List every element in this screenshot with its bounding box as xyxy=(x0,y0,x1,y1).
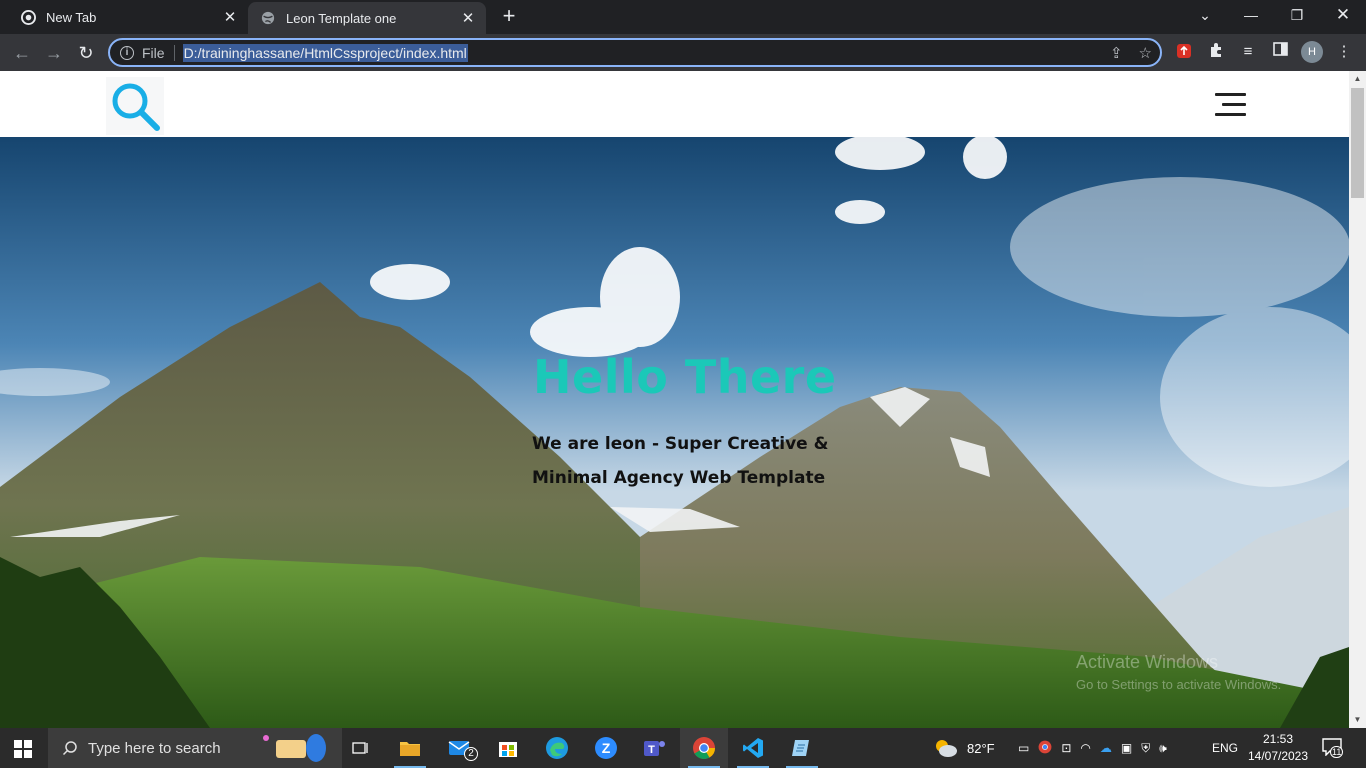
teams-icon[interactable]: T xyxy=(631,728,679,768)
browser-toolbar: ← → ↻ i File D:/traininghassane/HtmlCssp… xyxy=(0,34,1366,71)
forward-icon[interactable]: → xyxy=(40,39,68,67)
search-placeholder: Type here to search xyxy=(88,739,221,757)
taskbar-search-box[interactable]: Type here to search xyxy=(48,728,342,768)
zoom-icon[interactable]: Z xyxy=(582,728,630,768)
extension-red-icon[interactable] xyxy=(1174,42,1194,62)
tab-title: Leon Template one xyxy=(286,10,397,26)
clock-time: 21:53 xyxy=(1262,732,1294,746)
hero-title: Hello There xyxy=(533,350,837,404)
hero-subtitle-line: We are leon - Super Creative & xyxy=(532,434,829,454)
notepad-icon[interactable] xyxy=(778,728,826,768)
tab-title: New Tab xyxy=(46,9,97,25)
svg-text:Z: Z xyxy=(602,740,611,756)
address-bar[interactable]: i File D:/traininghassane/HtmlCssproject… xyxy=(108,38,1162,67)
page-viewport: Hello There We are leon - Super Creative… xyxy=(0,71,1349,728)
menu-kebab-icon[interactable]: ⋮ xyxy=(1334,42,1354,62)
security-shield-icon[interactable]: ⛨ xyxy=(1141,741,1150,756)
extensions-puzzle-icon[interactable] xyxy=(1206,42,1226,62)
onedrive-cloud-icon[interactable]: ☁ xyxy=(1100,741,1112,755)
activate-windows-hint: Go to Settings to activate Windows. xyxy=(1076,677,1282,692)
svg-text:T: T xyxy=(648,744,655,756)
side-panel-icon[interactable] xyxy=(1270,42,1290,62)
scrollbar-thumb[interactable] xyxy=(1351,88,1364,198)
scroll-down-arrow-icon[interactable]: ▼ xyxy=(1349,712,1366,728)
mail-badge: 2 xyxy=(464,747,478,761)
close-window-button[interactable]: ✕ xyxy=(1320,0,1366,32)
hero-subtitle: We are leon - Super Creative & Minimal A… xyxy=(532,427,832,495)
tab-new-tab[interactable]: New Tab ✕ xyxy=(8,0,248,34)
activate-windows-watermark: Activate Windows xyxy=(1076,652,1219,672)
hero-subtitle-line: Minimal Agency Web Template xyxy=(532,468,826,488)
language-indicator[interactable]: ENG xyxy=(1212,728,1238,768)
vscode-icon[interactable] xyxy=(729,728,777,768)
new-tab-button[interactable]: + xyxy=(498,5,520,29)
mail-icon[interactable]: 2 xyxy=(436,728,484,768)
logo[interactable] xyxy=(106,77,164,135)
site-header xyxy=(0,71,1349,137)
file-explorer-icon[interactable] xyxy=(386,728,434,768)
battery-icon[interactable]: ▭ xyxy=(1018,741,1029,755)
info-icon[interactable]: i xyxy=(120,45,134,60)
partly-cloudy-icon xyxy=(936,740,957,757)
restore-button[interactable]: ❐ xyxy=(1274,0,1320,32)
weather-widget[interactable]: 82°F xyxy=(932,728,995,768)
notification-center-icon[interactable]: 11 xyxy=(1322,738,1344,758)
chrome-icon xyxy=(20,9,36,25)
microsoft-store-icon[interactable] xyxy=(484,728,532,768)
tab-strip: New Tab ✕ Leon Template one ✕ + ⌄ — ❐ ✕ xyxy=(0,0,1366,34)
bookmark-star-icon[interactable]: ☆ xyxy=(1139,44,1152,62)
back-icon[interactable]: ← xyxy=(8,39,36,67)
hamburger-menu-icon[interactable] xyxy=(1213,93,1246,117)
windows-taskbar: Type here to search 2 Z T 82°F ▭ ⊡ ◠ ☁ ▣… xyxy=(0,728,1366,768)
profile-avatar[interactable]: H xyxy=(1301,41,1323,63)
share-icon[interactable]: ⇪ xyxy=(1110,44,1123,62)
search-icon xyxy=(62,741,77,756)
close-icon[interactable]: ✕ xyxy=(222,8,238,26)
system-tray: ▭ ⊡ ◠ ☁ ▣ ⛨ 🕪 xyxy=(1018,728,1167,768)
meet-now-icon[interactable]: ⊡ xyxy=(1061,741,1071,755)
chrome-tray-icon[interactable] xyxy=(1038,740,1052,757)
url-text[interactable]: D:/traininghassane/HtmlCssproject/index.… xyxy=(182,43,468,62)
tab-leon-template[interactable]: Leon Template one ✕ xyxy=(248,2,486,34)
notification-count: 11 xyxy=(1330,746,1344,758)
wifi-icon[interactable]: ◠ xyxy=(1080,741,1090,755)
weather-temp: 82°F xyxy=(967,740,995,756)
globe-icon xyxy=(260,10,276,26)
media-control-icon[interactable]: ≡ xyxy=(1238,42,1258,62)
tab-search-icon[interactable]: ⌄ xyxy=(1182,0,1228,32)
minimize-button[interactable]: — xyxy=(1228,0,1274,32)
scroll-up-arrow-icon[interactable]: ▲ xyxy=(1349,71,1366,87)
reload-icon[interactable]: ↻ xyxy=(72,39,100,67)
chrome-taskbar-icon[interactable] xyxy=(680,728,728,768)
scheme-label: File xyxy=(142,44,175,61)
search-icon xyxy=(112,83,160,131)
clock-date: 14/07/2023 xyxy=(1247,749,1309,763)
page-scrollbar[interactable]: ▲ ▼ xyxy=(1349,71,1366,728)
windows-start-icon[interactable] xyxy=(14,740,32,758)
volume-icon[interactable]: 🕪 xyxy=(1159,741,1167,756)
taskbar-clock[interactable]: 21:53 14/07/2023 xyxy=(1246,731,1310,765)
task-view-icon[interactable] xyxy=(337,728,385,768)
hero-section: Hello There We are leon - Super Creative… xyxy=(0,137,1349,728)
display-icon[interactable]: ▣ xyxy=(1121,741,1132,755)
close-icon[interactable]: ✕ xyxy=(460,9,476,27)
edge-browser-icon[interactable] xyxy=(533,728,581,768)
search-highlight-illustration-icon xyxy=(263,734,326,762)
